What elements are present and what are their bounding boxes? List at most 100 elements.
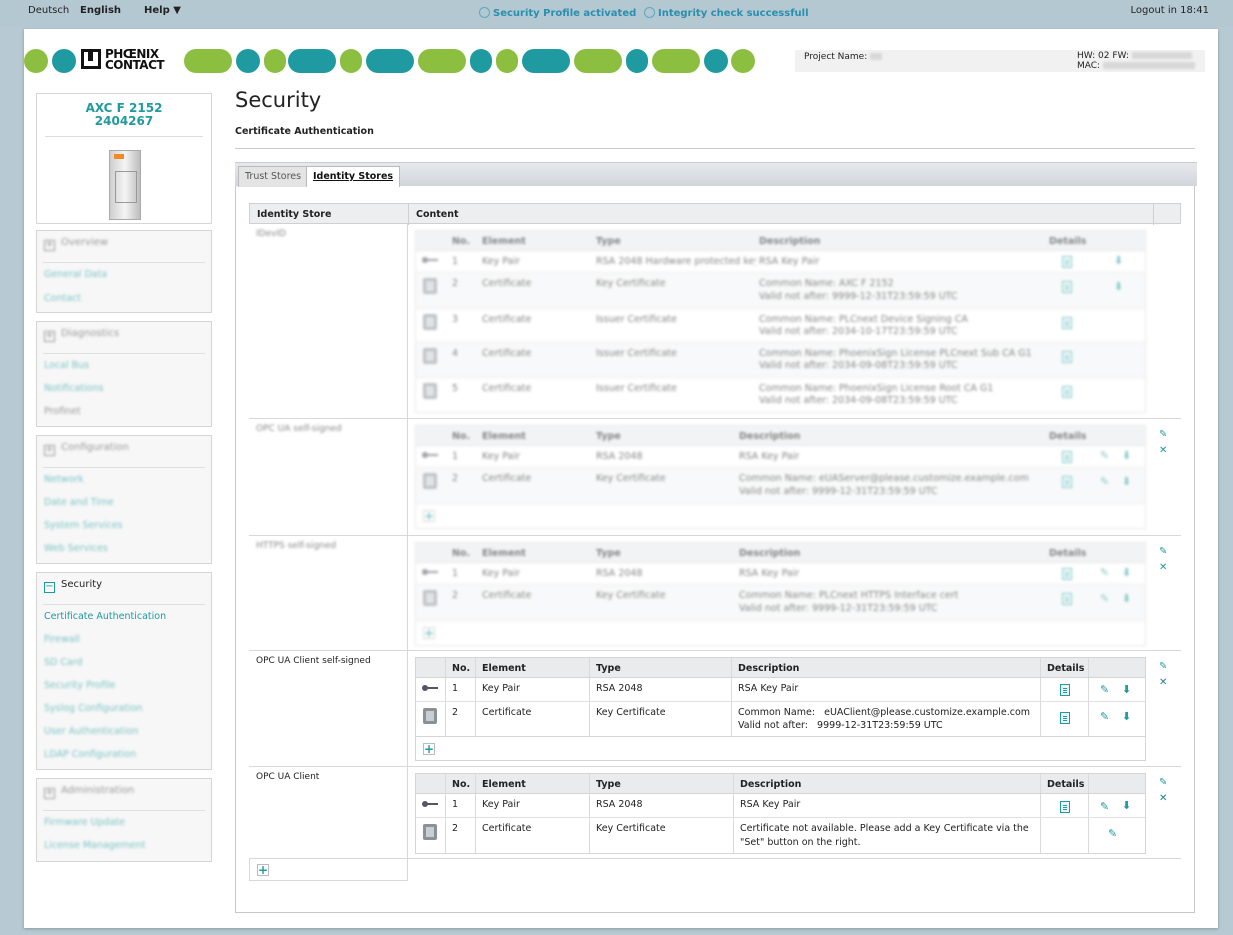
row-type: RSA 2048 Hardware protected key (596, 256, 756, 267)
nav-group-header[interactable]: + Administration (44, 785, 134, 799)
row-element: Key Pair (482, 451, 520, 462)
add-element-button[interactable]: + (423, 743, 435, 755)
divider (733, 818, 734, 853)
edit-icon[interactable]: ✎ (1100, 567, 1111, 578)
download-icon[interactable]: ⬇ (1122, 711, 1132, 722)
edit-icon[interactable]: ✎ (1100, 801, 1111, 812)
nav-item[interactable]: User Authentication (44, 726, 138, 737)
edit-store-icon[interactable]: ✎ (1159, 777, 1167, 788)
details-icon[interactable] (1062, 281, 1072, 293)
nav-item[interactable]: SD Card (44, 657, 83, 668)
tab-identity-stores[interactable]: Identity Stores (306, 166, 401, 187)
nav-item[interactable]: System Services (44, 520, 123, 531)
delete-store-icon[interactable]: ✕ (1159, 677, 1167, 688)
nav-item[interactable]: Notifications (44, 383, 103, 394)
row-description: RSA Key Pair (739, 451, 800, 462)
certificate-icon (423, 348, 437, 364)
nav-item[interactable]: License Management (44, 840, 145, 851)
add-element-button[interactable]: + (423, 510, 435, 522)
brand-dot (496, 49, 518, 73)
delete-store-icon[interactable]: ✕ (1159, 562, 1167, 573)
expand-icon: + (44, 787, 55, 799)
details-icon[interactable] (1062, 593, 1072, 605)
details-icon[interactable] (1062, 451, 1072, 463)
details-icon[interactable] (1062, 256, 1072, 268)
nav-group-header[interactable]: + Diagnostics (44, 328, 119, 342)
download-icon[interactable]: ⬇ (1122, 800, 1132, 811)
column-header-details: Details (1049, 236, 1087, 247)
download-icon[interactable]: ⬇ (1122, 567, 1132, 578)
details-icon[interactable] (1062, 317, 1072, 329)
nav-group-header[interactable]: + Overview (44, 237, 108, 251)
edit-icon[interactable]: ✎ (1100, 684, 1111, 695)
nav-item[interactable]: Date and Time (44, 497, 114, 508)
security-profile-status[interactable]: Security Profile activated (479, 7, 636, 19)
brand-dot (340, 49, 362, 73)
edit-icon[interactable]: ✎ (1100, 476, 1111, 487)
nav-item[interactable]: Firewall (44, 634, 80, 645)
download-icon[interactable]: ⬇ (1114, 281, 1124, 292)
add-identity-store-button[interactable]: + (257, 864, 269, 876)
details-icon[interactable] (1062, 568, 1072, 580)
download-icon[interactable]: ⬇ (1122, 684, 1132, 695)
nav-item[interactable]: General Data (44, 269, 107, 280)
help-menu[interactable]: Help ▼ (144, 5, 181, 16)
divider (589, 702, 590, 736)
nav-item[interactable]: Network (44, 474, 84, 485)
logout-link[interactable]: Logout in 18:41 (1130, 5, 1209, 16)
row-type: RSA 2048 (596, 568, 643, 579)
edit-icon[interactable]: ✎ (1100, 593, 1111, 604)
nav-item[interactable]: Local Bus (44, 360, 89, 371)
add-element-button[interactable]: + (423, 627, 435, 639)
divider (1040, 658, 1041, 677)
row-element: Certificate (482, 707, 532, 718)
edit-icon[interactable]: ✎ (1108, 828, 1119, 839)
column-header-element: Element (482, 236, 526, 247)
download-icon[interactable]: ⬇ (1114, 255, 1124, 266)
nav-item[interactable]: Security Profile (44, 680, 116, 691)
details-icon[interactable] (1062, 386, 1072, 398)
key-icon (422, 801, 438, 807)
nav-item[interactable]: Firmware Update (44, 817, 125, 828)
edit-store-icon[interactable]: ✎ (1159, 429, 1167, 440)
nav-group-header[interactable]: − Security (44, 579, 102, 593)
integrity-check-status[interactable]: Integrity check successfull (644, 7, 809, 19)
language-english-link[interactable]: English (80, 5, 121, 16)
download-icon[interactable]: ⬇ (1122, 450, 1132, 461)
nav-group-header[interactable]: + Configuration (44, 442, 129, 456)
details-icon[interactable] (1062, 476, 1072, 488)
nav-item-certificate-authentication[interactable]: Certificate Authentication (44, 611, 166, 622)
row-description: RSA Key Pair (739, 568, 800, 579)
tab-trust-stores[interactable]: Trust Stores (238, 166, 309, 187)
edit-store-icon[interactable]: ✎ (1159, 546, 1167, 557)
brand-dot (366, 49, 414, 73)
language-deutsch-link[interactable]: Deutsch (28, 5, 69, 16)
nav-item[interactable]: Syslog Configuration (44, 703, 143, 714)
edit-icon[interactable]: ✎ (1100, 450, 1111, 461)
column-header-type: Type (596, 779, 621, 790)
details-icon[interactable] (1060, 801, 1070, 813)
edit-store-icon[interactable]: ✎ (1159, 661, 1167, 672)
nav-item[interactable]: Web Services (44, 543, 108, 554)
divider (475, 702, 476, 736)
identity-store-name: OPC UA Client (256, 772, 320, 782)
row-no: 2 (452, 590, 459, 601)
download-icon[interactable]: ⬇ (1122, 476, 1132, 487)
nav-item[interactable]: LDAP Configuration (44, 749, 136, 760)
edit-icon[interactable]: ✎ (1100, 711, 1111, 722)
row-type: Key Certificate (596, 823, 666, 834)
table-row: 1 Key Pair RSA 2048 Hardware protected k… (416, 251, 1145, 273)
delete-store-icon[interactable]: ✕ (1159, 793, 1167, 804)
column-header-description: Description (738, 663, 800, 674)
details-icon[interactable] (1060, 684, 1070, 696)
nav-group-overview: + Overview General Data Contact (36, 230, 212, 313)
details-icon[interactable] (1060, 712, 1070, 724)
row-element: Certificate (482, 278, 532, 289)
brand-dot (704, 49, 728, 73)
nav-item[interactable]: Contact (44, 293, 81, 304)
nav-item[interactable]: Profinet (44, 406, 81, 417)
download-icon[interactable]: ⬇ (1122, 593, 1132, 604)
details-icon[interactable] (1062, 351, 1072, 363)
certificate-icon (423, 278, 437, 294)
delete-store-icon[interactable]: ✕ (1159, 445, 1167, 456)
